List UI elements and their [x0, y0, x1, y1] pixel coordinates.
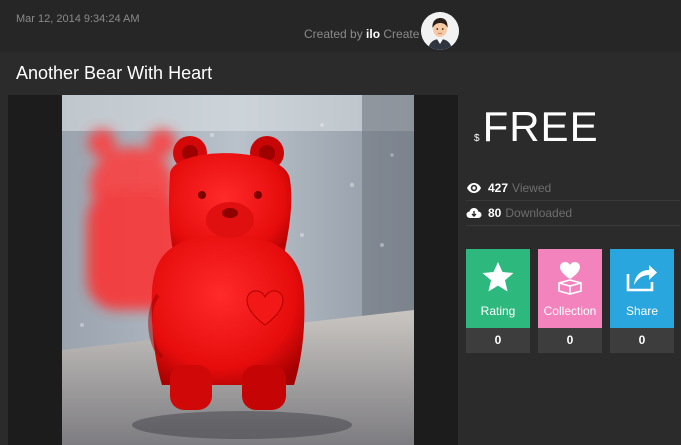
- share-button[interactable]: Share 0: [610, 249, 674, 353]
- model-title: Another Bear With Heart: [16, 63, 213, 83]
- rating-button[interactable]: Rating 0: [466, 249, 530, 353]
- top-bar: Mar 12, 2014 9:34:24 AM Created by ilo C…: [0, 0, 681, 52]
- upload-date: Mar 12, 2014 9:34:24 AM: [16, 13, 140, 25]
- share-label: Share: [625, 304, 659, 318]
- views-label: Viewed: [512, 181, 552, 195]
- created-by-prefix: Created by: [304, 27, 363, 41]
- created-by-suffix: Create: [383, 27, 420, 41]
- creator-name-link[interactable]: ilo: [366, 27, 380, 41]
- views-stat: 427 Viewed: [466, 176, 680, 201]
- downloads-stat: 80 Downloaded: [466, 201, 680, 226]
- collection-label: Collection: [543, 304, 597, 318]
- star-icon: [481, 249, 515, 298]
- created-by: Created by ilo Create: [304, 27, 419, 41]
- heart-box-icon: [555, 249, 585, 300]
- eye-icon: [466, 182, 482, 194]
- rating-label: Rating: [480, 304, 516, 318]
- price-currency: $: [474, 133, 481, 144]
- downloads-label: Downloaded: [505, 206, 573, 220]
- collection-button[interactable]: Collection 0: [538, 249, 602, 353]
- rating-count: 0: [466, 328, 530, 353]
- cloud-download-icon: [466, 207, 482, 219]
- collection-count: 0: [538, 328, 602, 353]
- price-value: FREE: [482, 103, 599, 150]
- views-count: 427: [488, 181, 509, 195]
- user-avatar-icon[interactable]: [421, 12, 459, 50]
- share-count: 0: [610, 328, 674, 353]
- price: $FREE: [474, 103, 599, 151]
- model-photo[interactable]: [62, 95, 414, 445]
- downloads-count: 80: [488, 206, 502, 220]
- share-icon: [625, 249, 659, 298]
